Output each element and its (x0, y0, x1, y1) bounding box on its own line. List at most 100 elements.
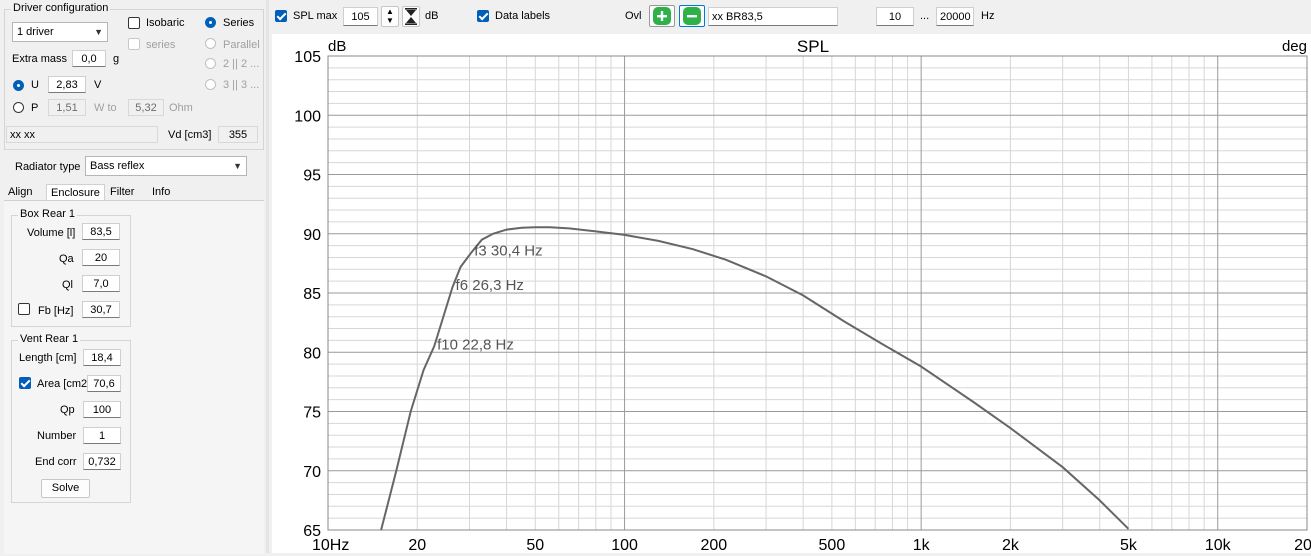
parallel-radio-label: Parallel (223, 39, 260, 51)
series-radio-label: Series (223, 17, 255, 29)
spl-max-checkbox[interactable] (275, 10, 287, 22)
tab-filter[interactable]: Filter (110, 184, 134, 201)
driver-count-value: 1 driver (17, 26, 54, 38)
extra-mass-unit: g (113, 53, 120, 65)
length-input[interactable]: 18,4 (83, 349, 121, 366)
ovl-label: Ovl (625, 10, 642, 22)
x-tick-label: 20k (1294, 537, 1311, 553)
option-3-label: 3 || 3 ... (223, 79, 260, 91)
qa-input[interactable]: 20 (82, 249, 120, 266)
spl-up-down-button[interactable]: ▲ ▼ (381, 6, 399, 27)
data-label: f6 26,3 Hz (456, 277, 524, 294)
driver-name-field: xx xx (6, 126, 158, 143)
data-label: f10 22,8 Hz (437, 336, 514, 353)
qp-input[interactable]: 100 (83, 401, 121, 418)
length-label: Length [cm] (19, 352, 77, 364)
chevron-down-icon: ▼ (94, 27, 103, 37)
minus-icon (683, 7, 701, 25)
data-labels-label: Data labels (495, 10, 551, 22)
option-3-radio[interactable] (205, 79, 216, 90)
radiator-type-value: Bass reflex (90, 160, 145, 172)
x-tick-label: 10k (1205, 537, 1232, 553)
voltage-unit: V (94, 79, 102, 91)
vd-value: 355 (218, 126, 258, 143)
ql-label: Ql (62, 279, 73, 291)
ohm-input[interactable]: 5,32 (128, 99, 164, 116)
panel-divider[interactable] (266, 0, 269, 553)
vd-label: Vd [cm3] (168, 129, 212, 141)
tab-align[interactable]: Align (8, 184, 32, 201)
freq-unit: Hz (981, 10, 995, 22)
series-checkbox[interactable] (128, 38, 140, 50)
x-tick-label: 200 (701, 537, 728, 553)
y2-axis-label: deg (1282, 38, 1307, 55)
solve-button[interactable]: Solve (41, 479, 90, 498)
y-tick-label: 80 (303, 345, 321, 362)
spl-max-input[interactable]: 105 (343, 7, 378, 26)
area-label: Area [cm2 (37, 378, 87, 390)
y-tick-label: 90 (303, 227, 321, 244)
tab-info[interactable]: Info (152, 184, 170, 201)
plus-icon (653, 7, 671, 25)
x-tick-label: 100 (611, 537, 638, 553)
spl-collapse-button[interactable] (402, 6, 420, 27)
y-tick-label: 75 (303, 405, 321, 422)
fb-input[interactable]: 30,7 (82, 301, 120, 318)
w-to-label: W to (94, 102, 117, 114)
y-tick-labels: 65707580859095100105 (294, 49, 321, 540)
overlay-name-input[interactable]: xx BR83,5 (708, 7, 838, 26)
spl-curve (380, 226, 1130, 531)
x-tick-label: 50 (526, 537, 544, 553)
data-labels-checkbox[interactable] (477, 10, 489, 22)
series-radio[interactable] (205, 17, 216, 28)
voltage-input[interactable]: 2,83 (48, 76, 86, 93)
driver-count-select[interactable]: 1 driver ▼ (12, 22, 108, 42)
x-tick-label: 2k (1002, 537, 1020, 553)
number-input[interactable]: 1 (83, 427, 121, 444)
extra-mass-label: Extra mass (12, 53, 68, 65)
volume-input[interactable]: 83,5 (82, 223, 120, 240)
extra-mass-input[interactable]: 0,0 (72, 50, 106, 67)
isobaric-checkbox[interactable] (128, 17, 140, 29)
ovl-add-button[interactable] (649, 5, 675, 27)
data-labels: f3 30,4 Hz f6 26,3 Hz f10 22,8 Hz (437, 243, 542, 354)
vent-rear-title: Vent Rear 1 (18, 333, 81, 345)
ovl-remove-button[interactable] (679, 5, 705, 27)
series-checkbox-label: series (146, 39, 176, 51)
end-corr-input[interactable]: 0,732 (83, 453, 121, 470)
y-tick-label: 85 (303, 286, 321, 303)
x-tick-label: 20 (408, 537, 426, 553)
option-2-radio[interactable] (205, 58, 216, 69)
freq-max-input[interactable]: 20000 (936, 7, 974, 26)
qa-label: Qa (59, 253, 74, 265)
y-tick-label: 95 (303, 168, 321, 185)
power-radio[interactable] (13, 102, 24, 113)
radiator-type-select[interactable]: Bass reflex ▼ (85, 156, 247, 176)
fb-checkbox[interactable] (18, 303, 30, 315)
end-corr-label: End corr (35, 456, 77, 468)
qp-label: Qp (60, 404, 75, 416)
x-tick-label: 500 (819, 537, 846, 553)
x-tick-labels: 10Hz 20 50 100 200 500 1k 2k 5k 10k 20k (312, 537, 1311, 554)
y-tick-label: 100 (294, 108, 321, 125)
driver-configuration-title: Driver configuration (11, 2, 111, 14)
x-tick-label: 10Hz (312, 537, 349, 553)
x-tick-label: 1k (913, 537, 931, 553)
area-input[interactable]: 70,6 (87, 375, 121, 392)
radiator-type-label: Radiator type (15, 161, 81, 173)
voltage-radio[interactable] (13, 80, 24, 91)
power-input[interactable]: 1,51 (48, 99, 86, 116)
ohm-unit: Ohm (169, 102, 193, 114)
data-label: f3 30,4 Hz (474, 243, 542, 260)
y-tick-label: 105 (294, 49, 321, 66)
number-label: Number (37, 430, 77, 442)
freq-range-separator: ... (920, 10, 930, 22)
area-checkbox[interactable] (19, 377, 31, 389)
volume-label: Volume [l] (27, 227, 76, 239)
power-label: P (31, 102, 39, 114)
arrow-down-icon: ▼ (386, 16, 394, 25)
parallel-radio[interactable] (205, 38, 216, 49)
chart-area[interactable]: 65 70 75 80 85 90 95 100 105 10Hz 20 50 100 200 500 1k… (272, 34, 1311, 554)
ql-input[interactable]: 7,0 (82, 275, 120, 292)
freq-min-input[interactable]: 10 (876, 7, 914, 26)
